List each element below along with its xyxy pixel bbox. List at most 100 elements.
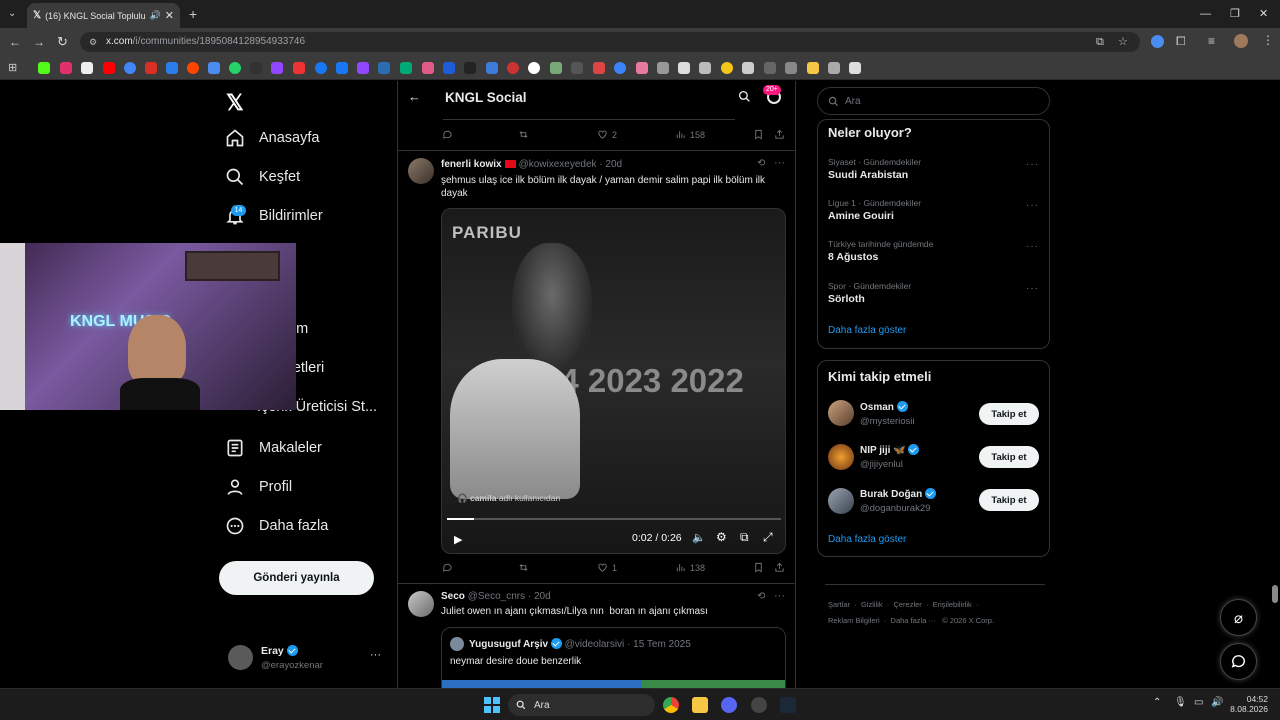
footer-link[interactable]: Çerezler xyxy=(893,600,921,609)
play-icon[interactable]: ▶ xyxy=(454,533,462,546)
browser-tab[interactable]: 𝕏 (16) KNGL Social Topluluk / 🔊 ✕ xyxy=(27,3,180,28)
suggested-user-avatar[interactable] xyxy=(828,488,854,514)
facebook-bookmark-icon[interactable] xyxy=(336,62,348,74)
back-arrow-icon[interactable]: ← xyxy=(408,89,421,104)
reddit-bookmark-icon[interactable] xyxy=(187,62,199,74)
trend-more-icon[interactable]: ··· xyxy=(1026,200,1039,211)
author-name[interactable]: Seco xyxy=(441,591,465,602)
follow-button[interactable]: Takip et xyxy=(979,403,1039,425)
bookmark-icon[interactable] xyxy=(721,62,733,74)
bookmark-icon[interactable] xyxy=(422,62,434,74)
trend-more-icon[interactable]: ··· xyxy=(1026,159,1039,170)
maximize-icon[interactable]: ❐ xyxy=(1230,8,1240,20)
bookmark-icon[interactable] xyxy=(614,62,626,74)
author-avatar[interactable] xyxy=(408,591,434,617)
bookmark-icon[interactable] xyxy=(293,62,305,74)
reply-button[interactable] xyxy=(442,562,453,573)
post-time[interactable]: · 20d xyxy=(599,159,622,170)
translate-bookmark-icon[interactable] xyxy=(208,62,220,74)
scrollbar-thumb[interactable] xyxy=(1272,585,1278,603)
account-avatar[interactable] xyxy=(228,645,253,670)
folder-bookmark-icon[interactable] xyxy=(807,62,819,74)
media-icon[interactable]: ≡ xyxy=(1208,34,1215,48)
share-button[interactable] xyxy=(774,129,785,140)
bookmark-icon[interactable] xyxy=(699,62,711,74)
trend-name[interactable]: Sörloth xyxy=(828,293,865,305)
profile-avatar[interactable] xyxy=(1234,34,1248,48)
volume-icon[interactable]: 🔈 xyxy=(692,531,706,544)
bookmark-icon[interactable] xyxy=(507,62,519,74)
url-input[interactable]: ⚙ x.com/i/communities/189508412895493374… xyxy=(80,32,1140,52)
minimize-icon[interactable]: — xyxy=(1200,8,1211,20)
x-logo-icon[interactable]: 𝕏 xyxy=(226,90,244,116)
footer-link[interactable]: Gizlilik xyxy=(861,600,883,609)
bookmark-icon[interactable] xyxy=(742,62,754,74)
bookmark-icon[interactable] xyxy=(528,62,540,74)
trend-more-icon[interactable]: ··· xyxy=(1026,283,1039,294)
search-icon[interactable] xyxy=(738,90,751,103)
bookmark-icon[interactable] xyxy=(636,62,648,74)
like-button[interactable]: 1 xyxy=(597,562,617,573)
messages-float-button[interactable] xyxy=(1220,643,1257,680)
bookmark-icon[interactable] xyxy=(315,62,327,74)
nav-item-explore[interactable]: Keşfet xyxy=(225,167,300,187)
instagram-bookmark-icon[interactable] xyxy=(60,62,72,74)
whatsapp-bookmark-icon[interactable] xyxy=(229,62,241,74)
author-avatar[interactable] xyxy=(408,158,434,184)
volume-tray-icon[interactable]: 🔊 xyxy=(1211,697,1223,708)
bookmark-icon[interactable] xyxy=(166,62,178,74)
footer-link[interactable]: Daha fazla ··· xyxy=(891,616,936,625)
who-show-more-link[interactable]: Daha fazla göster xyxy=(828,534,906,545)
nav-item-articles[interactable]: Makaleler xyxy=(225,438,322,458)
nav-item-profile[interactable]: Profil xyxy=(225,477,292,497)
footer-link[interactable]: Reklam Bilgileri xyxy=(828,616,880,625)
author-handle[interactable]: @Seco_cnrs xyxy=(468,591,525,602)
bookmark-icon[interactable] xyxy=(849,62,861,74)
bookmark-icon[interactable] xyxy=(828,62,840,74)
grok-icon[interactable]: ⟲ xyxy=(757,158,765,169)
bookmark-icon[interactable] xyxy=(250,62,262,74)
share-button[interactable] xyxy=(774,562,785,573)
extensions-puzzle-icon[interactable]: ⧠ xyxy=(1176,34,1186,49)
repost-button[interactable] xyxy=(518,562,529,573)
views-button[interactable]: 138 xyxy=(675,562,705,573)
twitch-bookmark-icon[interactable] xyxy=(357,62,369,74)
like-button[interactable]: 2 xyxy=(597,129,617,140)
new-tab-button[interactable]: + xyxy=(189,6,197,22)
bookmark-icon[interactable] xyxy=(785,62,797,74)
post-more-icon[interactable]: ··· xyxy=(774,590,785,602)
follow-button[interactable]: Takip et xyxy=(979,446,1039,468)
trend-name[interactable]: Amine Gouiri xyxy=(828,210,894,222)
account-name[interactable]: Eray xyxy=(261,645,298,657)
tab-list-icon[interactable]: ⌄ xyxy=(8,8,16,19)
gmail-bookmark-icon[interactable] xyxy=(145,62,157,74)
bookmark-icon[interactable] xyxy=(378,62,390,74)
grok-icon[interactable]: ⟲ xyxy=(757,591,765,602)
post-button[interactable]: Gönderi yayınla xyxy=(219,561,374,595)
bookmark-icon[interactable] xyxy=(443,62,455,74)
views-button[interactable]: 158 xyxy=(675,129,705,140)
x-bookmark-icon[interactable] xyxy=(81,62,93,74)
forward-icon[interactable]: → xyxy=(33,35,45,49)
trend-more-icon[interactable]: ··· xyxy=(1026,241,1039,252)
tray-chevron-icon[interactable]: ⌃ xyxy=(1153,697,1161,708)
reply-button[interactable] xyxy=(442,129,453,140)
taskbar-search[interactable]: Ara xyxy=(508,694,655,716)
discord-taskbar-icon[interactable] xyxy=(721,697,737,713)
chrome-taskbar-icon[interactable] xyxy=(663,697,679,713)
follow-button[interactable]: Takip et xyxy=(979,489,1039,511)
bookmark-button[interactable] xyxy=(753,562,764,573)
site-info-icon[interactable]: ⚙ xyxy=(89,32,97,52)
bookmark-icon[interactable] xyxy=(657,62,669,74)
suggested-user-avatar[interactable] xyxy=(828,400,854,426)
suggested-user-name[interactable]: NIP jiji 🦋 xyxy=(860,444,920,456)
repost-button[interactable] xyxy=(518,129,529,140)
apps-grid-icon[interactable]: ⊞ xyxy=(8,61,17,74)
author-handle[interactable]: @kowixexeyedek xyxy=(519,159,597,170)
post-time[interactable]: · 20d xyxy=(528,591,551,602)
bookmark-icon[interactable] xyxy=(464,62,476,74)
menu-icon[interactable]: ⋮ xyxy=(1262,33,1274,47)
trends-show-more-link[interactable]: Daha fazla göster xyxy=(828,325,906,336)
bookmark-icon[interactable] xyxy=(764,62,776,74)
extension-icon[interactable] xyxy=(1151,35,1164,48)
